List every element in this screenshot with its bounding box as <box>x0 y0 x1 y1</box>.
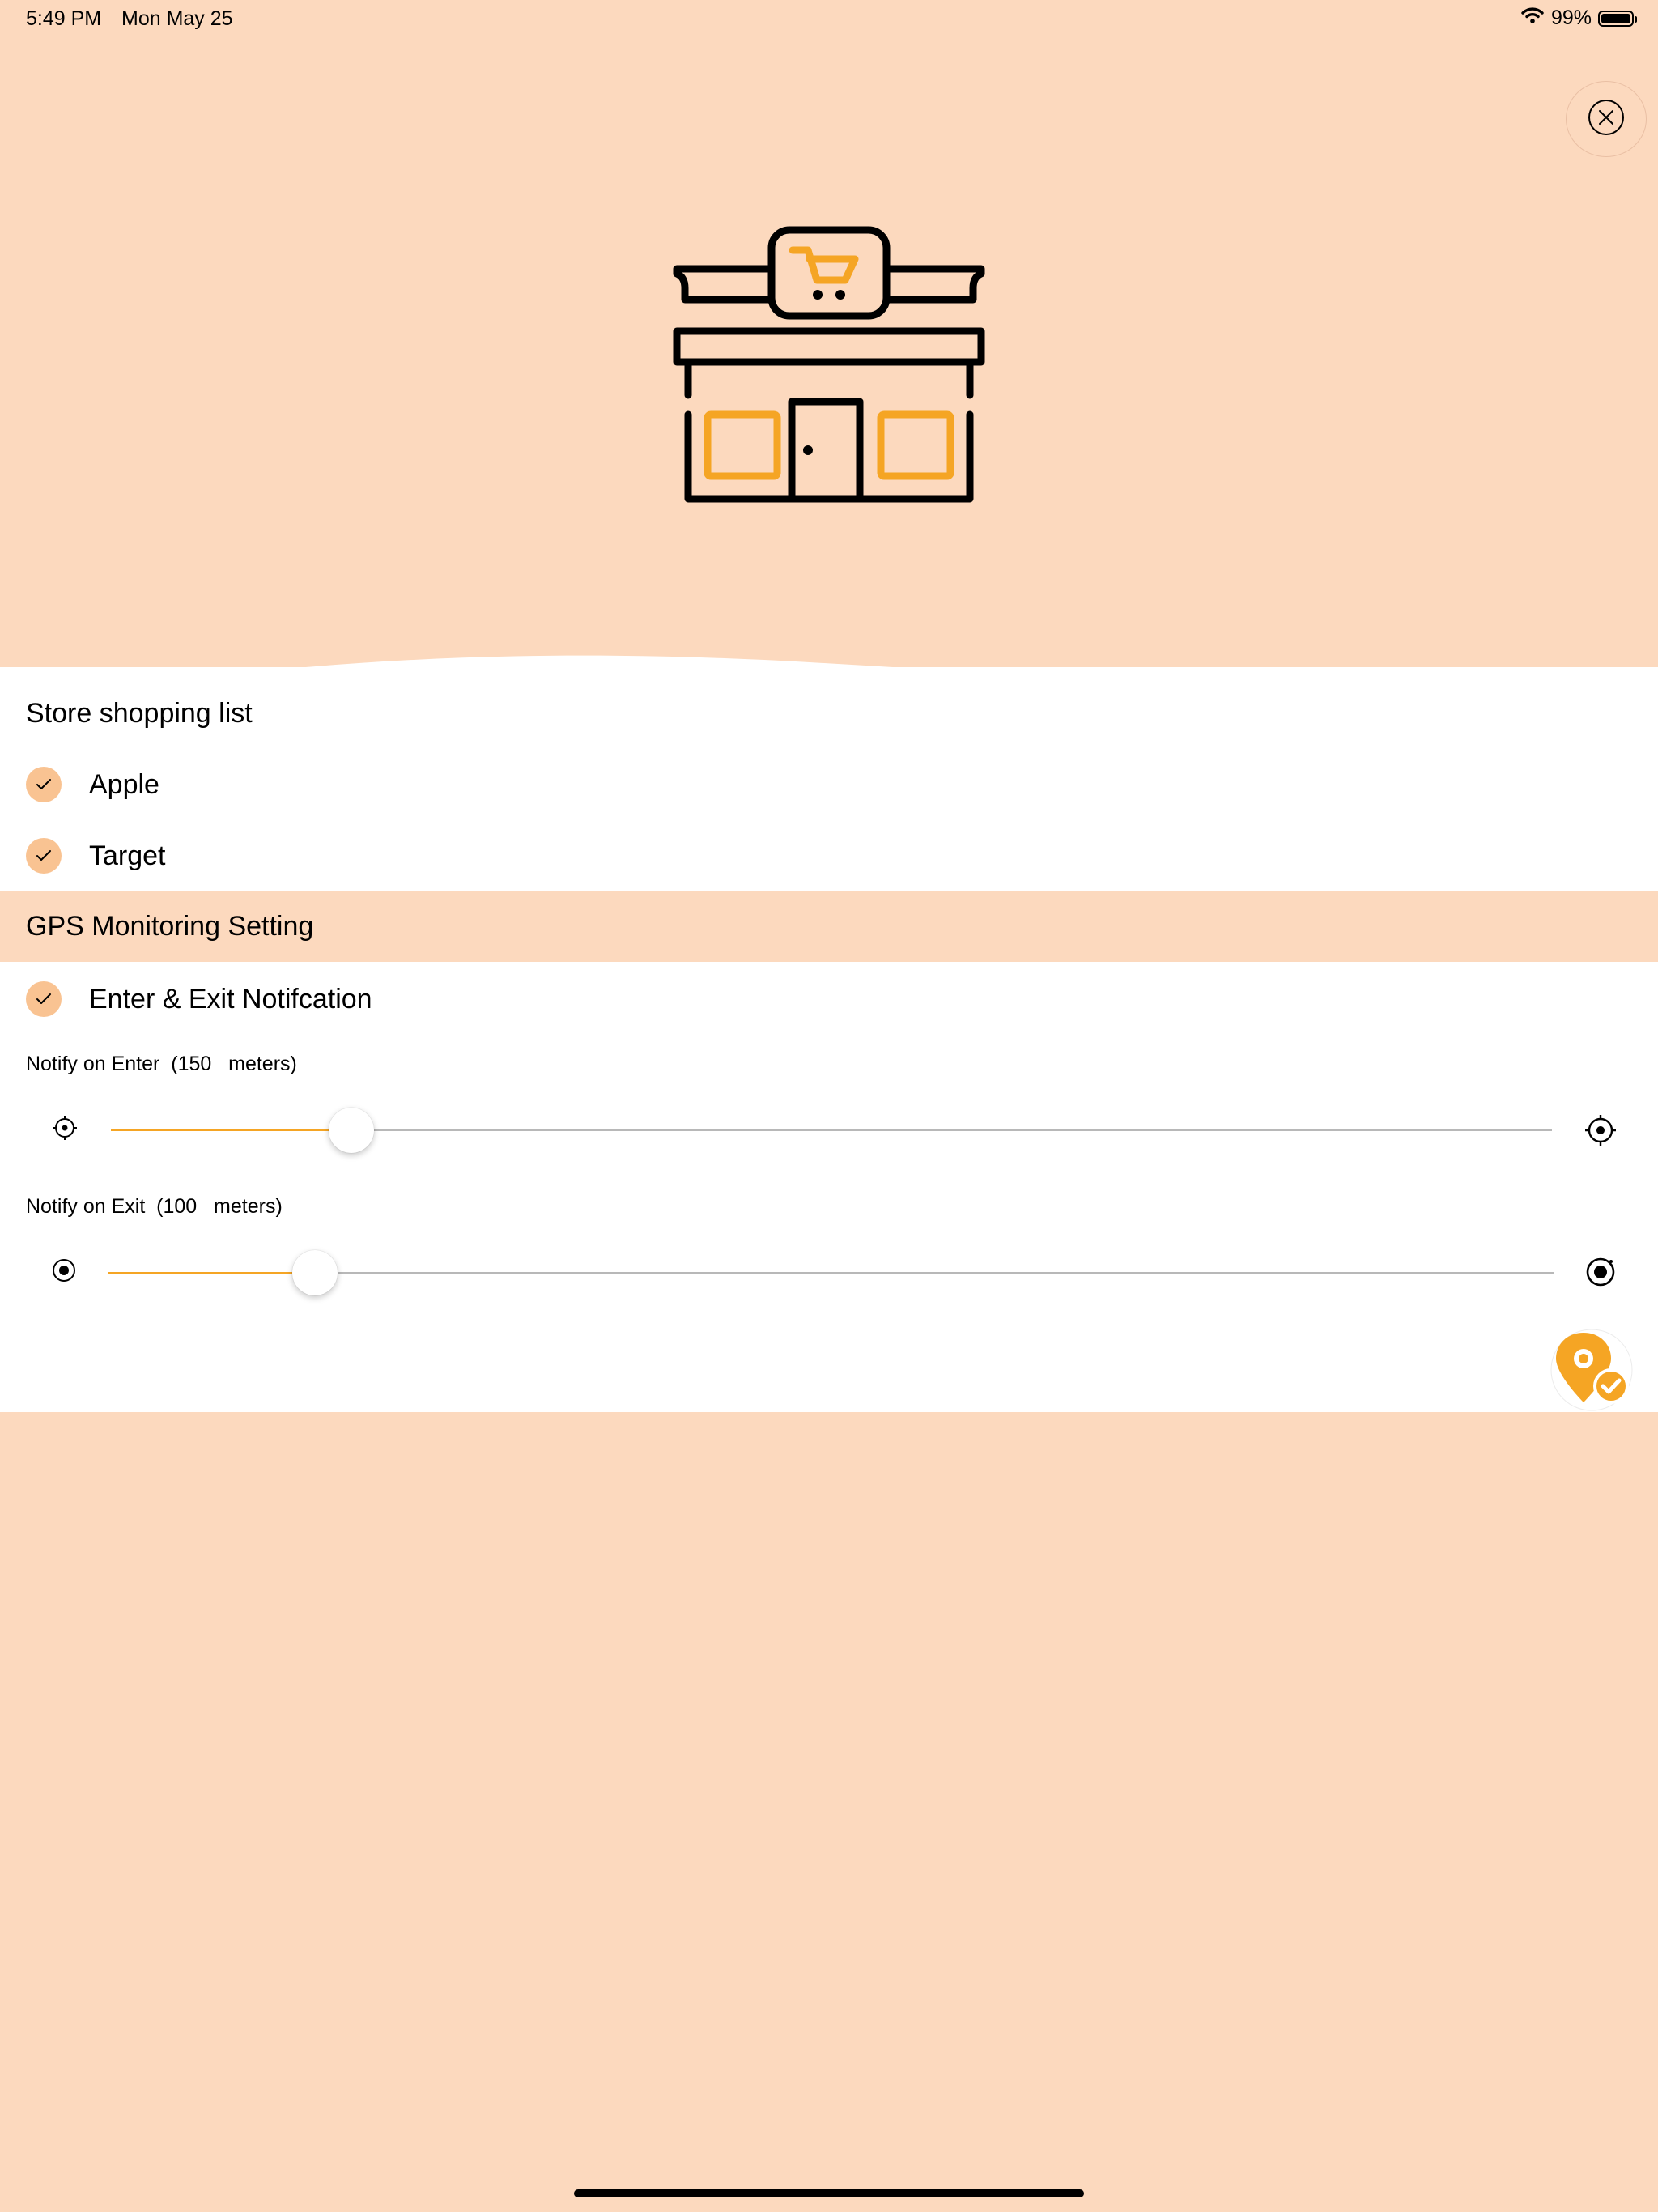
battery-icon <box>1598 10 1637 27</box>
status-date: Mon May 25 <box>121 7 233 30</box>
status-time: 5:49 PM <box>26 7 102 30</box>
close-button[interactable] <box>1566 81 1647 157</box>
gps-section-header: GPS Monitoring Setting <box>0 891 1658 962</box>
enter-slider-label: Notify on Enter (150 meters) <box>26 1053 297 1075</box>
exit-slider-thumb[interactable] <box>292 1250 338 1295</box>
enter-slider-thumb[interactable] <box>329 1108 375 1153</box>
shopping-list-title: Store shopping list <box>26 698 253 729</box>
enter-slider-fill <box>111 1129 352 1131</box>
check-icon <box>26 767 62 802</box>
content-panel: Store shopping list Apple Target GPS Mon… <box>0 667 1658 1412</box>
shopping-item-label: Apple <box>89 768 159 800</box>
check-icon <box>26 981 62 1017</box>
battery-percent: 99% <box>1550 6 1592 29</box>
gps-section-title: GPS Monitoring Setting <box>26 911 314 942</box>
exit-slider-label: Notify on Exit (100 meters) <box>26 1195 283 1218</box>
status-right: 99% <box>1520 6 1637 30</box>
shopping-item-apple[interactable]: Apple <box>26 762 159 807</box>
close-circle-icon <box>1587 98 1626 141</box>
location-check-icon <box>1550 1329 1634 1415</box>
store-cart-icon <box>670 223 988 507</box>
enter-exit-notification-toggle[interactable]: Enter & Exit Notifcation <box>26 976 372 1022</box>
location-save-button[interactable] <box>1550 1328 1634 1412</box>
wifi-icon <box>1520 6 1545 30</box>
notification-toggle-label: Enter & Exit Notifcation <box>89 983 372 1015</box>
enter-radius-slider[interactable] <box>111 1108 1552 1153</box>
crosshair-large-icon <box>1584 1114 1617 1151</box>
check-icon <box>26 838 62 874</box>
target-small-icon <box>50 1257 78 1288</box>
exit-radius-slider[interactable] <box>108 1250 1554 1295</box>
target-large-icon <box>1584 1256 1617 1292</box>
status-bar: 5:49 PM Mon May 25 99% <box>0 0 1658 39</box>
crosshair-small-icon <box>51 1114 79 1146</box>
exit-slider-fill <box>108 1272 316 1274</box>
shopping-item-target[interactable]: Target <box>26 833 166 878</box>
shopping-item-label: Target <box>89 840 166 871</box>
home-indicator <box>574 2189 1084 2197</box>
